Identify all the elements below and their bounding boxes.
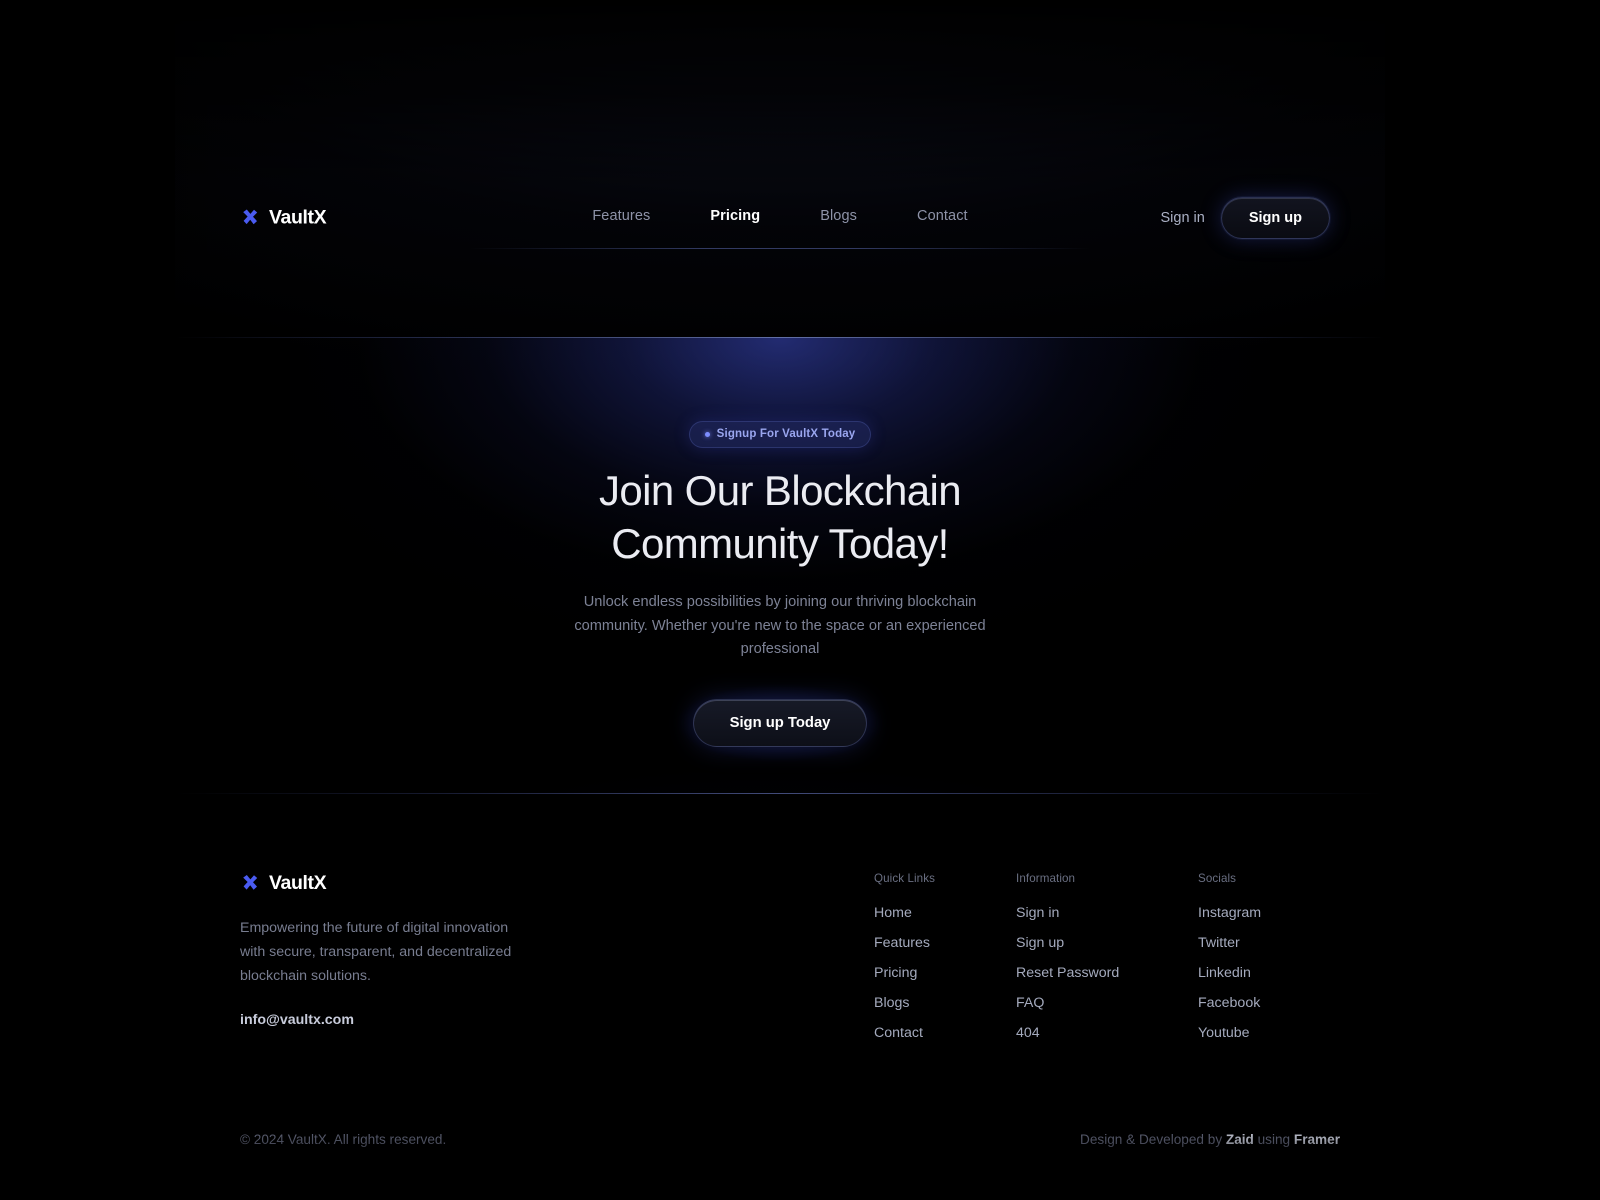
sign-up-today-button[interactable]: Sign up Today	[692, 698, 868, 747]
hero-subtitle: Unlock endless possibilities by joining …	[574, 594, 986, 658]
top-navigation-bar: VaultX Features Pricing Blogs Contact Si…	[175, 187, 1385, 249]
footer-column-information: Information Sign in Sign up Reset Passwo…	[1016, 872, 1198, 1054]
x-mark-icon	[240, 208, 260, 228]
list-item: Instagram	[1198, 904, 1340, 922]
list-item: Home	[874, 904, 1016, 922]
site-footer: VaultX Empowering the future of digital …	[175, 794, 1385, 1200]
credit-text: Design & Developed by Zaid using Framer	[1080, 1132, 1340, 1147]
hero-title-line-1: Join Our Blockchain	[598, 467, 962, 514]
footer-link-youtube[interactable]: Youtube	[1198, 1025, 1250, 1041]
footer-link-home[interactable]: Home	[874, 905, 912, 921]
footer-link-columns: Quick Links Home Features Pricing Blogs …	[874, 872, 1340, 1054]
sign-up-button[interactable]: Sign up	[1220, 197, 1330, 239]
hero-title-line-2: Community Today!	[611, 520, 949, 567]
list-item: Reset Password	[1016, 964, 1198, 982]
nav-divider-line	[470, 248, 1090, 249]
brand-name: VaultX	[269, 206, 327, 229]
nav-link-features[interactable]: Features	[592, 208, 650, 224]
nav-actions: Sign in Sign up	[1160, 197, 1330, 239]
footer-link-linkedin[interactable]: Linkedin	[1198, 965, 1251, 981]
list-item: Twitter	[1198, 934, 1340, 952]
footer-link-features[interactable]: Features	[874, 935, 930, 951]
list-item: Features	[874, 934, 1016, 952]
footer-column-title: Quick Links	[874, 872, 936, 885]
footer-brand-block: VaultX Empowering the future of digital …	[240, 872, 540, 1054]
footer-link-faq[interactable]: FAQ	[1016, 995, 1044, 1011]
page-root: VaultX Features Pricing Blogs Contact Si…	[0, 0, 1600, 1200]
footer-column-title: Information	[1016, 872, 1076, 885]
footer-brand-name: VaultX	[269, 872, 327, 894]
footer-email-link[interactable]: info@vaultx.com	[240, 1012, 354, 1028]
list-item: Contact	[874, 1024, 1016, 1042]
nav-link-pricing[interactable]: Pricing	[710, 208, 760, 224]
dot-icon	[704, 431, 710, 437]
footer-link-instagram[interactable]: Instagram	[1198, 905, 1261, 921]
footer-column-socials: Socials Instagram Twitter Linkedin Faceb…	[1198, 872, 1340, 1054]
credit-middle: using	[1253, 1132, 1294, 1147]
credit-prefix: Design & Developed by	[1080, 1132, 1226, 1147]
footer-link-sign-up[interactable]: Sign up	[1016, 935, 1064, 951]
footer-link-sign-in[interactable]: Sign in	[1016, 905, 1059, 921]
list-item: FAQ	[1016, 994, 1198, 1012]
footer-bottom-bar: © 2024 VaultX. All rights reserved. Desi…	[240, 1132, 1340, 1147]
copyright-text: © 2024 VaultX. All rights reserved.	[240, 1132, 447, 1147]
footer-link-twitter[interactable]: Twitter	[1198, 935, 1240, 951]
hero-cta-wrapper: Sign up Today	[675, 682, 885, 763]
hero-badge-label: Signup For VaultX Today	[716, 428, 856, 440]
list-item: Sign up	[1016, 934, 1198, 952]
credit-platform[interactable]: Framer	[1294, 1132, 1340, 1147]
x-mark-icon	[240, 874, 260, 894]
footer-link-blogs[interactable]: Blogs	[874, 995, 910, 1011]
list-item: Blogs	[874, 994, 1016, 1012]
credit-author[interactable]: Zaid	[1226, 1132, 1254, 1147]
list-item: 404	[1016, 1024, 1198, 1042]
hero-badge: Signup For VaultX Today	[688, 421, 872, 448]
hero-cta-section: Signup For VaultX Today Join Our Blockch…	[175, 249, 1385, 794]
footer-column-title: Socials	[1198, 872, 1237, 885]
brand-logo[interactable]: VaultX	[240, 206, 327, 230]
nav-links: Features Pricing Blogs Contact	[592, 208, 967, 224]
footer-link-404[interactable]: 404	[1016, 1025, 1040, 1041]
right-vignette	[1360, 0, 1600, 1200]
top-vignette	[0, 0, 1600, 190]
list-item: Linkedin	[1198, 964, 1340, 982]
footer-link-pricing[interactable]: Pricing	[874, 965, 917, 981]
nav-link-blogs[interactable]: Blogs	[820, 208, 857, 224]
footer-link-contact[interactable]: Contact	[874, 1025, 923, 1041]
footer-column-quick-links: Quick Links Home Features Pricing Blogs …	[874, 872, 1016, 1054]
nav-link-contact[interactable]: Contact	[917, 208, 968, 224]
list-item: Sign in	[1016, 904, 1198, 922]
hero-title: Join Our Blockchain Community Today!	[598, 467, 962, 567]
sign-in-link[interactable]: Sign in	[1160, 210, 1204, 226]
list-item: Facebook	[1198, 994, 1340, 1012]
list-item: Pricing	[874, 964, 1016, 982]
footer-link-reset-password[interactable]: Reset Password	[1016, 965, 1119, 981]
footer-description: Empowering the future of digital innovat…	[240, 920, 512, 984]
list-item: Youtube	[1198, 1024, 1340, 1042]
footer-link-facebook[interactable]: Facebook	[1198, 995, 1260, 1011]
footer-brand-logo[interactable]: VaultX	[240, 872, 540, 895]
